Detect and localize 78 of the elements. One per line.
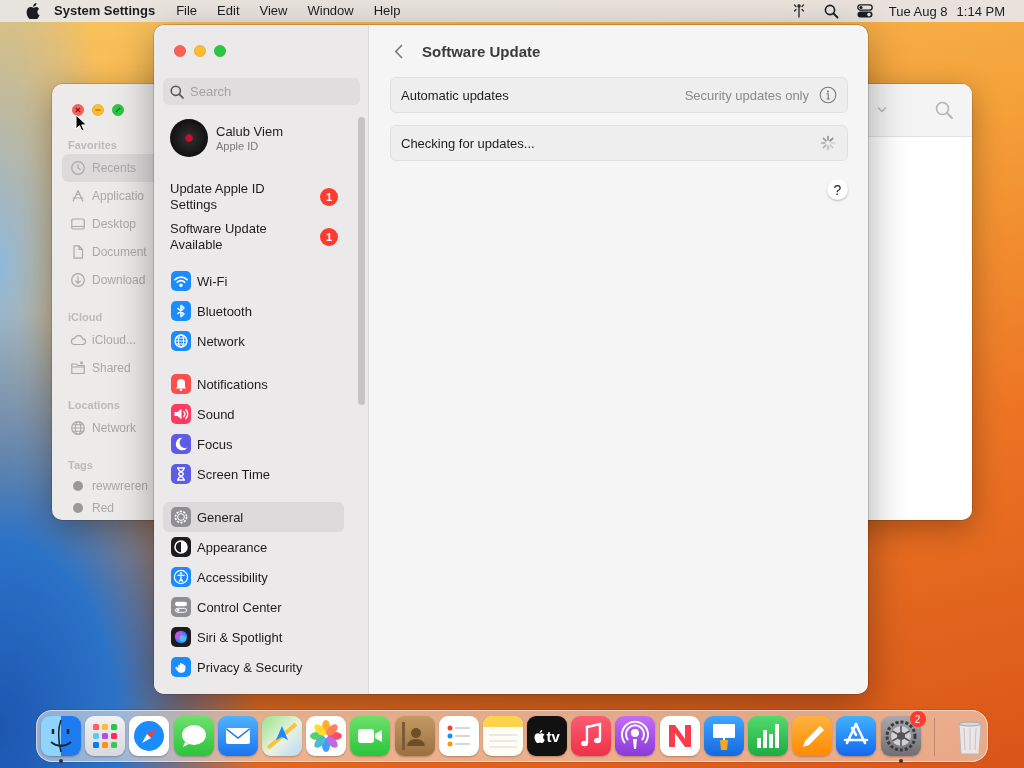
sidebar-item[interactable]: Focus — [163, 429, 344, 459]
desktop-icon — [70, 216, 86, 232]
map-icon[interactable] — [261, 716, 302, 756]
app-store-icon[interactable] — [836, 716, 877, 756]
apps-icon — [70, 188, 86, 204]
app-grid-icon[interactable] — [85, 716, 126, 756]
cloud-icon — [70, 332, 86, 348]
back-button[interactable] — [394, 43, 403, 59]
zoom-button[interactable] — [112, 104, 124, 116]
info-icon[interactable] — [819, 86, 837, 104]
music-note-icon[interactable] — [571, 716, 612, 756]
notification-badge: 2 — [909, 711, 926, 727]
row-value: Security updates only — [684, 87, 809, 103]
avatar — [170, 119, 208, 157]
podcast-icon[interactable] — [615, 716, 656, 756]
apple-logo-icon[interactable] — [26, 3, 40, 19]
sidebar-item[interactable]: Wi-Fi — [163, 266, 344, 296]
download-icon — [70, 272, 86, 288]
contacts-book-icon[interactable] — [394, 716, 435, 756]
sidebar-item[interactable]: Sound — [163, 399, 344, 429]
row-label: Checking for updates... — [401, 135, 535, 151]
antenna-icon[interactable] — [791, 3, 806, 19]
help-button[interactable]: ? — [827, 179, 848, 200]
chevron-down-icon[interactable] — [877, 106, 887, 114]
search-icon[interactable] — [823, 3, 839, 19]
sidebar-item[interactable]: Privacy & Security — [163, 652, 344, 682]
alert-item[interactable]: Software Update Available — [170, 221, 290, 253]
menu-item[interactable]: Help — [363, 0, 411, 22]
row-label: Automatic updates — [401, 87, 509, 103]
document-icon — [70, 244, 86, 260]
speech-bubble-icon[interactable] — [173, 716, 214, 756]
clock-icon — [70, 160, 86, 176]
menu-bar-time[interactable]: 1:14 PM — [956, 3, 1005, 19]
sidebar-item[interactable]: General — [163, 502, 344, 532]
menu-item[interactable]: View — [249, 0, 298, 22]
sidebar-item[interactable]: Control Center — [163, 592, 344, 622]
minimize-button[interactable] — [92, 104, 104, 116]
compass-icon[interactable] — [129, 716, 170, 756]
app-menu[interactable]: System Settings — [40, 0, 167, 22]
search-field[interactable]: Search — [163, 78, 360, 105]
checklist-icon[interactable] — [438, 716, 479, 756]
sidebar-item[interactable]: Notifications — [163, 369, 344, 399]
control-center-icon[interactable] — [856, 4, 873, 18]
flower-icon[interactable] — [306, 716, 347, 756]
envelope-icon[interactable] — [217, 716, 258, 756]
close-button[interactable] — [72, 104, 84, 116]
settings-row[interactable]: Automatic updates Security updates only — [390, 77, 848, 113]
sidebar-item[interactable]: Network — [163, 326, 344, 356]
alert-item[interactable]: Update Apple ID Settings — [170, 181, 290, 213]
scrollbar[interactable] — [358, 117, 365, 405]
shared-folder-icon — [70, 360, 86, 376]
page-title: Software Update — [422, 42, 541, 60]
notification-badge: 1 — [320, 188, 338, 206]
menu-item[interactable]: Edit — [207, 0, 250, 22]
notepad-icon[interactable] — [482, 716, 523, 756]
tv-icon[interactable]: tv — [527, 716, 568, 756]
bar-chart-icon[interactable] — [748, 716, 788, 756]
podium-icon[interactable] — [703, 716, 744, 756]
sidebar-item[interactable]: Appearance — [163, 532, 344, 562]
search-icon — [170, 85, 184, 99]
notification-badge: 1 — [320, 228, 338, 246]
menu-item[interactable]: File — [166, 0, 208, 22]
face-icon[interactable] — [41, 716, 81, 756]
video-camera-icon[interactable] — [350, 716, 391, 756]
pencil-icon[interactable] — [792, 716, 833, 756]
sidebar-item[interactable]: Screen Time — [163, 459, 344, 489]
spinner-icon — [819, 134, 837, 152]
globe-icon — [70, 420, 86, 436]
account-subtitle: Apple ID — [216, 138, 260, 153]
sidebar-item[interactable]: Siri & Spotlight — [163, 622, 344, 652]
sidebar-item[interactable]: Accessibility — [163, 562, 344, 592]
account-name[interactable]: Calub Viem — [216, 123, 283, 139]
menu-item[interactable]: Window — [297, 0, 364, 22]
pointer-icon — [75, 114, 87, 132]
gear-icon[interactable] — [880, 716, 921, 756]
news-icon[interactable] — [659, 716, 700, 756]
sidebar-item[interactable]: Bluetooth — [163, 296, 344, 326]
menu-bar-date[interactable]: Tue Aug 8 — [888, 3, 948, 19]
